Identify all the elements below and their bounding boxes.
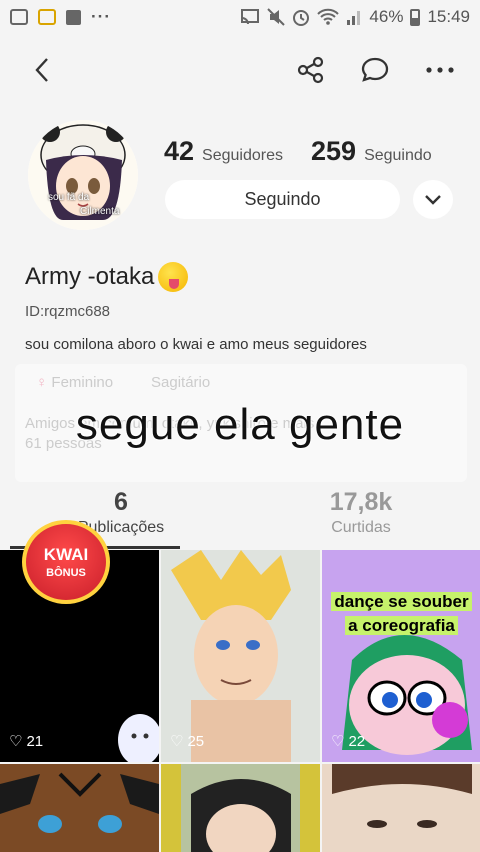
status-bar: ··· 46% 15:49 <box>0 0 480 34</box>
more-notifications-icon: ··· <box>91 7 111 26</box>
video-caption-line-2: a coreografia <box>345 616 458 635</box>
profile-stats: 42 Seguidores 259 Seguindo <box>164 136 452 167</box>
video-thumbnail[interactable] <box>0 764 159 852</box>
thumbnail-image <box>161 764 320 852</box>
battery-icon <box>410 8 421 26</box>
thumbnail-image <box>322 764 480 852</box>
wifi-icon <box>317 8 340 25</box>
following-count[interactable]: 259 <box>311 136 356 167</box>
likes-label: Curtidas <box>331 519 391 536</box>
user-id: ID:rqzmc688 <box>25 303 111 320</box>
following-button[interactable]: Seguindo <box>165 180 400 219</box>
flipboard-icon <box>66 9 81 25</box>
clock: 15:49 <box>427 7 470 26</box>
avatar[interactable]: sou fã da Cilmenta <box>28 120 138 230</box>
alarm-icon <box>293 10 310 26</box>
video-icon <box>10 9 28 25</box>
battery-percent: 46% <box>369 7 404 26</box>
follow-options-button[interactable] <box>413 180 453 219</box>
avatar-caption-2: Cilmenta <box>80 206 120 217</box>
gender-tag: ♀ Feminino <box>36 374 113 391</box>
gender-label: Feminino <box>51 374 114 391</box>
sign-tag: Sagitário <box>151 374 211 391</box>
video-overlay-caption: segue ela gente <box>75 400 405 449</box>
like-count: ♡ 25 <box>170 732 205 751</box>
thumbnail-image <box>161 550 320 762</box>
tab-likes[interactable]: 17,8k Curtidas <box>276 488 446 537</box>
video-thumbnail[interactable]: dançe se souber a coreografia ♡ 22 <box>322 550 480 762</box>
gift-icon <box>38 9 56 25</box>
chat-bubble-icon <box>361 57 389 82</box>
video-thumbnail[interactable]: ♡ 25 <box>161 550 320 762</box>
more-dots-icon <box>426 67 454 73</box>
username-text: Army -otaka <box>25 263 155 290</box>
video-caption: dançe se souber a coreografia <box>322 590 480 638</box>
username: Army -otaka <box>25 262 189 292</box>
publications-count: 6 <box>114 488 128 516</box>
like-count: ♡ 22 <box>331 732 366 751</box>
chevron-down-icon <box>425 194 441 205</box>
back-arrow-icon <box>35 58 48 82</box>
back-button[interactable] <box>22 48 62 92</box>
heart-icon: ♡ <box>170 733 184 750</box>
share-icon <box>297 56 324 84</box>
followers-count[interactable]: 42 <box>164 136 194 167</box>
female-icon: ♀ <box>36 374 48 391</box>
tongue-emoji-icon <box>158 262 189 292</box>
like-count-text: 25 <box>187 732 205 750</box>
thumbnail-image <box>0 764 159 852</box>
kwai-badge-line-1: KWAI <box>43 545 89 564</box>
video-caption-line-1: dançe se souber <box>331 592 472 611</box>
kwai-bonus-badge[interactable]: KWAI BÔNUS <box>22 520 110 604</box>
mute-icon <box>267 8 286 26</box>
kwai-badge-line-2: BÔNUS <box>46 567 86 579</box>
like-count: ♡ 21 <box>9 732 44 751</box>
video-thumbnail[interactable] <box>161 764 320 852</box>
following-label[interactable]: Seguindo <box>364 147 432 165</box>
like-count-text: 21 <box>26 732 44 750</box>
signal-icon <box>347 11 361 25</box>
top-bar <box>0 48 480 92</box>
like-count-text: 22 <box>348 732 366 750</box>
thumbnail-image <box>322 550 480 762</box>
video-thumbnail[interactable] <box>322 764 480 852</box>
message-button[interactable] <box>354 48 396 92</box>
followers-label[interactable]: Seguidores <box>202 147 283 165</box>
bio: sou comilona aboro o kwai e amo meus seg… <box>25 336 367 353</box>
cast-icon <box>241 9 260 25</box>
share-button[interactable] <box>290 48 332 92</box>
avatar-caption-1: sou fã da <box>48 192 90 203</box>
likes-count: 17,8k <box>329 488 393 516</box>
heart-icon: ♡ <box>9 733 23 750</box>
heart-icon: ♡ <box>331 733 345 750</box>
more-options-button[interactable] <box>420 48 460 92</box>
